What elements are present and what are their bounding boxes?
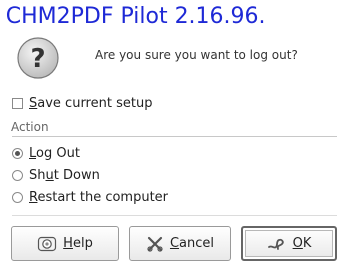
save-setup-checkbox-row[interactable]: Save current setup <box>12 96 152 111</box>
help-label-rest: elp <box>72 236 93 251</box>
ok-button[interactable]: OK <box>241 226 337 261</box>
radio-log-out-label-post: og Out <box>36 146 80 161</box>
cancel-mnemonic: C <box>169 236 180 251</box>
radio-shut-down[interactable] <box>12 170 23 181</box>
cancel-button[interactable]: Cancel <box>129 226 231 261</box>
save-setup-checkbox[interactable] <box>12 98 23 109</box>
radio-shut-down-mnemonic: u <box>45 168 54 183</box>
radio-shut-down-label-pre: Sh <box>29 168 46 183</box>
button-area-divider <box>12 215 337 216</box>
watermark-text: f CHM2PDF Pilot 2.16.96. <box>0 0 342 40</box>
radio-restart-label[interactable]: Restart the computer <box>29 190 168 205</box>
radio-restart-row[interactable]: Restart the computer <box>12 190 168 205</box>
radio-shut-down-label[interactable]: Shut Down <box>29 168 100 183</box>
radio-log-out[interactable] <box>12 148 23 159</box>
cancel-button-label: Cancel <box>170 236 214 251</box>
ok-icon <box>267 238 284 250</box>
action-group-title: Action <box>11 120 49 134</box>
logout-question: Are you sure you want to log out? <box>95 48 298 62</box>
save-setup-label-rest: ave current setup <box>37 96 153 111</box>
radio-log-out-label[interactable]: Log Out <box>29 146 80 161</box>
help-icon <box>38 236 57 251</box>
svg-text:?: ? <box>30 44 45 74</box>
ok-button-label: OK <box>293 236 312 251</box>
radio-shut-down-row[interactable]: Shut Down <box>12 168 100 183</box>
ok-label-rest: K <box>302 236 312 251</box>
radio-log-out-mnemonic: L <box>29 146 37 161</box>
question-icon: ? <box>16 36 60 80</box>
help-button[interactable]: Help <box>11 226 119 261</box>
radio-shut-down-label-post: t Down <box>53 168 100 183</box>
action-group-divider <box>12 136 337 137</box>
radio-log-out-row[interactable]: Log Out <box>12 146 80 161</box>
save-setup-label[interactable]: Save current setup <box>29 96 152 111</box>
help-mnemonic: H <box>63 236 73 251</box>
radio-restart-label-post: estart the computer <box>37 190 169 205</box>
ok-mnemonic: O <box>292 236 303 251</box>
cancel-icon <box>147 236 163 252</box>
watermark-label: f CHM2PDF Pilot 2.16.96. <box>0 4 266 29</box>
cancel-label-rest: ancel <box>179 236 215 251</box>
radio-restart[interactable] <box>12 192 23 203</box>
help-button-label: Help <box>63 236 93 251</box>
